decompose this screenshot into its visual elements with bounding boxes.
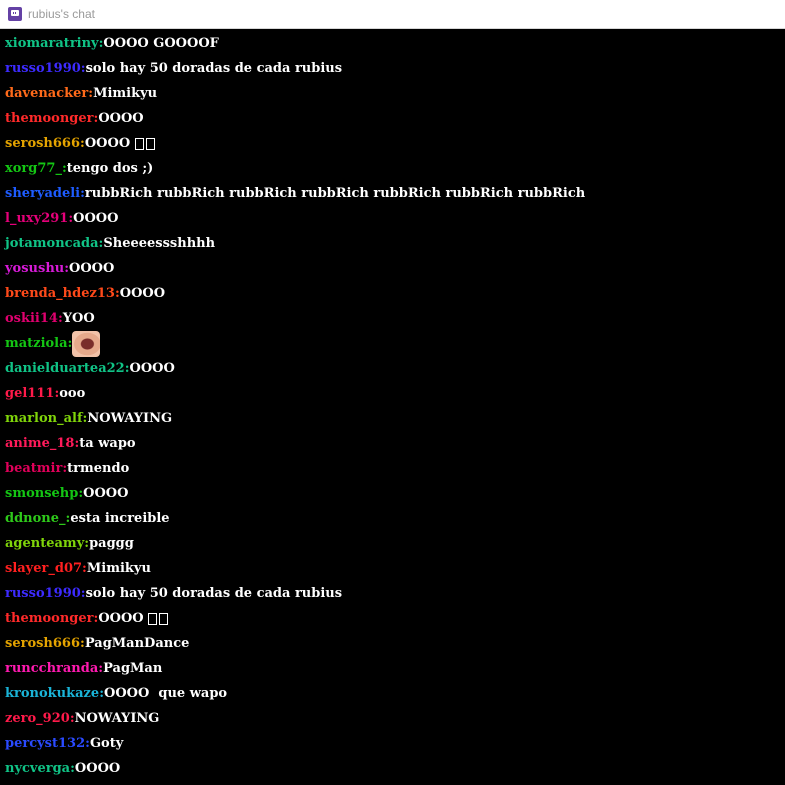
chat-text: OOOO <box>83 486 129 501</box>
chat-username[interactable]: nycverga <box>5 756 70 781</box>
chat-message: russo1990: solo hay 50 doradas de cada ru… <box>5 581 785 606</box>
chat-username[interactable]: danielduartea22 <box>5 356 125 381</box>
chat-text: paggg <box>89 536 134 551</box>
chat-text: NOWAYING <box>74 711 160 726</box>
chat-username[interactable]: agenteamy <box>5 531 84 556</box>
chat-text: NOWAYING <box>87 411 173 426</box>
chat-username[interactable]: russo1990 <box>5 581 81 606</box>
chat-message: slayer_d07: Mimikyu <box>5 556 785 581</box>
chat-username[interactable]: ddnone_ <box>5 506 66 531</box>
chat-username[interactable]: davenacker <box>5 81 88 106</box>
chat-message: yosushu: OOOO <box>5 256 785 281</box>
chat-username[interactable]: serosh666 <box>5 131 80 156</box>
chat-text: OOOO <box>129 361 175 376</box>
chat-username[interactable]: percyst132 <box>5 731 85 756</box>
chat-message: xorg77_: tengo dos ;) <box>5 156 785 181</box>
lips-emote-icon <box>72 330 101 357</box>
chat-text: OOOO <box>119 286 166 301</box>
chat-text: Sheeeessshhhh <box>103 236 216 251</box>
chat-message: brenda_hdez13: OOOO <box>5 281 785 306</box>
chat-message: percyst132: Goty <box>5 731 785 756</box>
chat-message: jotamoncada: Sheeeessshhhh <box>5 231 785 256</box>
chat-message: agenteamy: paggg <box>5 531 785 556</box>
chat-text: OOOO <box>98 611 149 626</box>
title-bar: rubius's chat <box>0 0 785 29</box>
chat-username[interactable]: russo1990 <box>5 56 81 81</box>
chat-username[interactable]: zero_920 <box>5 706 70 731</box>
chat-text: Goty <box>89 736 124 751</box>
chat-text: tengo dos ;) <box>66 161 154 176</box>
chat-message: beatmir: trmendo <box>5 456 785 481</box>
chat-username[interactable]: jotamoncada <box>5 231 99 256</box>
chat-username[interactable]: beatmir <box>5 456 62 481</box>
chat-text: ooo <box>59 386 86 401</box>
chat-text: PagManDance <box>84 636 190 651</box>
chat-username[interactable]: yosushu <box>5 256 64 281</box>
chat-message: marlon_alf: NOWAYING <box>5 406 785 431</box>
window-title: rubius's chat <box>28 7 95 21</box>
missing-glyph-icon <box>159 612 169 625</box>
chat-text: OOOO <box>98 111 144 126</box>
chat-message: matziola: <box>5 330 785 357</box>
chat-message: danielduartea22: OOOO <box>5 356 785 381</box>
chat-message: zero_920: NOWAYING <box>5 706 785 731</box>
chat-text: OOOO <box>73 211 119 226</box>
chat-username[interactable]: marlon_alf <box>5 406 83 431</box>
chat-text: OOOO GOOOOF <box>103 36 219 51</box>
chat-username[interactable]: smonsehp <box>5 481 78 506</box>
missing-glyph-icon <box>145 137 155 150</box>
chat-username[interactable]: slayer_d07 <box>5 556 82 581</box>
chat-message: davenacker: Mimikyu <box>5 81 785 106</box>
chat-text: OOOO que wapo <box>104 686 228 701</box>
chat-text: ta wapo <box>79 436 136 451</box>
chat-message: l_uxy291: OOOO <box>5 206 785 231</box>
chat-message: runcchranda: PagMan <box>5 656 785 681</box>
chat-message: anime_18: ta wapo <box>5 431 785 456</box>
chat-message: kronokukaze: OOOO que wapo <box>5 681 785 706</box>
chat-text: PagMan <box>103 661 163 676</box>
chat-message: nycverga: OOOO <box>5 756 785 781</box>
chat-username[interactable]: themoonger <box>5 606 94 631</box>
chat-message: serosh666: PagManDance <box>5 631 785 656</box>
chat-text: Mimikyu <box>86 561 151 576</box>
chat-message: oskii14: YOO <box>5 306 785 331</box>
chat-username[interactable]: oskii14 <box>5 306 58 331</box>
chat-username[interactable]: runcchranda <box>5 656 98 681</box>
chat-message: xiomaratriny: OOOO GOOOOF <box>5 31 785 56</box>
twitch-icon <box>8 7 22 21</box>
chat-text: Mimikyu <box>93 86 158 101</box>
chat-text: esta increible <box>70 511 170 526</box>
chat-text: solo hay 50 doradas de cada rubius <box>85 586 343 601</box>
chat-username[interactable]: brenda_hdez13 <box>5 281 115 306</box>
missing-glyph-icon <box>134 137 144 150</box>
chat-username[interactable]: l_uxy291 <box>5 206 68 231</box>
chat-username[interactable]: anime_18 <box>5 431 74 456</box>
chat-message: smonsehp: OOOO <box>5 481 785 506</box>
chat-username[interactable]: serosh666 <box>5 631 80 656</box>
chat-text: rubbRich rubbRich rubbRich rubbRich rubb… <box>84 186 586 201</box>
chat-message: sheryadeli: rubbRich rubbRich rubbRich ru… <box>5 181 785 206</box>
chat-text: OOOO <box>84 136 135 151</box>
chat-text: solo hay 50 doradas de cada rubius <box>85 61 343 76</box>
chat-username[interactable]: kronokukaze <box>5 681 99 706</box>
chat-message: russo1990: solo hay 50 doradas de cada ru… <box>5 56 785 81</box>
chat-username[interactable]: matziola <box>5 331 68 356</box>
chat-username[interactable]: xiomaratriny <box>5 31 99 56</box>
chat-text: trmendo <box>67 461 130 476</box>
chat-message: themoonger: OOOO <box>5 106 785 131</box>
chat-message: gel111: ooo <box>5 381 785 406</box>
chat-message: serosh666: OOOO <box>5 131 785 156</box>
chat-username[interactable]: sheryadeli <box>5 181 80 206</box>
missing-glyph-icon <box>148 612 158 625</box>
chat-log[interactable]: xiomaratriny: OOOO GOOOOF russo1990: solo h… <box>0 29 785 781</box>
chat-username[interactable]: themoonger <box>5 106 94 131</box>
chat-message: themoonger: OOOO <box>5 606 785 631</box>
chat-text: OOOO <box>74 761 121 776</box>
chat-text: YOO <box>62 311 95 326</box>
chat-message: ddnone_: esta increible <box>5 506 785 531</box>
chat-text: OOOO <box>69 261 115 276</box>
chat-username[interactable]: xorg77_ <box>5 156 62 181</box>
chat-username[interactable]: gel111 <box>5 381 54 406</box>
